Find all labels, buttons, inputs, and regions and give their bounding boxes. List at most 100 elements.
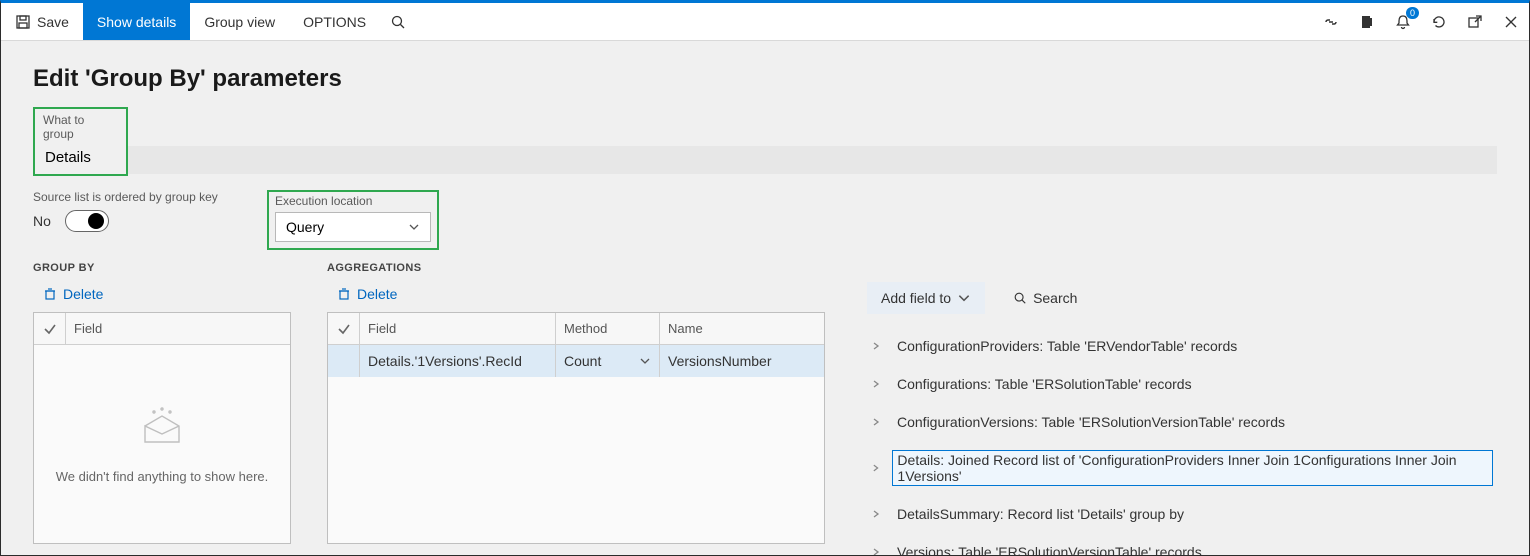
show-details-button[interactable]: Show details (83, 3, 190, 40)
tree-item[interactable]: DetailsSummary: Record list 'Details' gr… (867, 500, 1497, 528)
exec-label: Execution location (275, 194, 431, 208)
tree-item[interactable]: Versions: Table 'ERSolutionVersionTable'… (867, 538, 1497, 555)
close-button[interactable] (1493, 3, 1529, 40)
groupby-empty-body: We didn't find anything to show here. (34, 345, 290, 543)
groupby-delete-button[interactable]: Delete (33, 286, 291, 302)
close-icon (1503, 14, 1519, 30)
add-field-to-button[interactable]: Add field to (867, 282, 985, 314)
chevron-down-icon (957, 291, 971, 305)
expand-icon (871, 509, 881, 519)
toolbar-search-button[interactable] (380, 3, 416, 40)
groupby-title: GROUP BY (33, 262, 291, 274)
office-button[interactable] (1349, 3, 1385, 40)
columns: GROUP BY Delete Field We didn't find any… (33, 262, 1497, 555)
groupby-section: GROUP BY Delete Field We didn't find any… (33, 262, 291, 544)
agg-row-mark[interactable] (328, 345, 360, 377)
exec-value: Query (286, 219, 324, 235)
params-row: Source list is ordered by group key No E… (33, 190, 1497, 250)
agg-row-method-value: Count (564, 353, 601, 369)
group-view-label: Group view (204, 14, 275, 30)
tree-item-label: Versions: Table 'ERSolutionVersionTable'… (893, 542, 1206, 555)
refresh-icon (1431, 14, 1447, 30)
groupby-grid: Field We didn't find anything to show he… (33, 312, 291, 544)
save-label: Save (37, 14, 69, 30)
expand-icon (871, 547, 881, 555)
groupby-delete-label: Delete (63, 286, 103, 302)
agg-method-header[interactable]: Method (556, 313, 660, 344)
popout-icon (1467, 14, 1483, 30)
chevron-down-icon (639, 355, 651, 367)
ordered-toggle[interactable] (65, 210, 109, 232)
add-field-to-label: Add field to (881, 290, 951, 306)
agg-row[interactable]: Details.'1Versions'.RecId Count Versions… (328, 345, 824, 377)
check-icon (337, 322, 351, 336)
what-to-group-region: What to group Details (33, 107, 1497, 176)
datasource-tree: ConfigurationProviders: Table 'ERVendorT… (861, 332, 1497, 555)
exec-select[interactable]: Query (275, 212, 431, 242)
toolbar-spacer (416, 3, 1313, 40)
groupby-grid-header: Field (34, 313, 290, 345)
tree-search-button[interactable]: Search (1013, 290, 1077, 306)
check-icon (43, 322, 57, 336)
tree-item[interactable]: Details: Joined Record list of 'Configur… (867, 446, 1497, 490)
agg-section: AGGREGATIONS Delete Field Method Name (327, 262, 825, 544)
group-view-button[interactable]: Group view (190, 3, 289, 40)
notification-badge: 0 (1406, 7, 1419, 19)
save-icon (15, 14, 31, 30)
expand-icon (871, 379, 881, 389)
trash-icon (337, 287, 351, 301)
tree-item-label: DetailsSummary: Record list 'Details' gr… (893, 504, 1188, 524)
agg-delete-label: Delete (357, 286, 397, 302)
popout-button[interactable] (1457, 3, 1493, 40)
content-area: Edit 'Group By' parameters What to group… (1, 41, 1529, 555)
agg-row-name[interactable]: VersionsNumber (660, 345, 824, 377)
expand-icon (871, 463, 880, 473)
tree-item-label: ConfigurationProviders: Table 'ERVendorT… (893, 336, 1241, 356)
agg-grid-header: Field Method Name (328, 313, 824, 345)
empty-box-icon (139, 404, 185, 455)
trash-icon (43, 287, 57, 301)
agg-name-header[interactable]: Name (660, 313, 824, 344)
right-tools: Add field to Search (861, 282, 1497, 314)
show-details-label: Show details (97, 14, 176, 30)
tree-item[interactable]: ConfigurationProviders: Table 'ERVendorT… (867, 332, 1497, 360)
tree-item[interactable]: ConfigurationVersions: Table 'ERSolution… (867, 408, 1497, 436)
groupby-field-header[interactable]: Field (66, 313, 290, 344)
expand-icon (871, 341, 881, 351)
agg-title: AGGREGATIONS (327, 262, 825, 274)
what-to-group-highlight: What to group Details (33, 107, 128, 176)
tree-item-label: Configurations: Table 'ERSolutionTable' … (893, 374, 1196, 394)
agg-row-method[interactable]: Count (556, 345, 660, 377)
save-button[interactable]: Save (1, 3, 83, 40)
ordered-value: No (33, 213, 51, 229)
agg-grid: Field Method Name Details.'1Versions'.Re… (327, 312, 825, 544)
what-to-group-label: What to group (35, 109, 126, 143)
agg-body: Details.'1Versions'.RecId Count Versions… (328, 345, 824, 543)
expand-icon (871, 417, 881, 427)
agg-delete-button[interactable]: Delete (327, 286, 825, 302)
options-button[interactable]: OPTIONS (289, 3, 380, 40)
options-label: OPTIONS (303, 14, 366, 30)
tree-item-label: Details: Joined Record list of 'Configur… (892, 450, 1493, 486)
chevron-down-icon (408, 221, 420, 233)
search-icon (1013, 291, 1027, 305)
connect-button[interactable] (1313, 3, 1349, 40)
toolbar: Save Show details Group view OPTIONS 0 (1, 3, 1529, 41)
agg-row-field[interactable]: Details.'1Versions'.RecId (360, 345, 556, 377)
tree-search-label: Search (1033, 290, 1077, 306)
tree-item[interactable]: Configurations: Table 'ERSolutionTable' … (867, 370, 1497, 398)
refresh-button[interactable] (1421, 3, 1457, 40)
what-to-group-value[interactable]: Details (35, 143, 115, 174)
ordered-col: Source list is ordered by group key No (33, 190, 267, 232)
agg-check-header[interactable] (328, 313, 360, 344)
toggle-knob (88, 213, 104, 229)
ordered-label: Source list is ordered by group key (33, 190, 267, 204)
groupby-empty-text: We didn't find anything to show here. (56, 469, 269, 484)
groupby-check-header[interactable] (34, 313, 66, 344)
tree-item-label: ConfigurationVersions: Table 'ERSolution… (893, 412, 1289, 432)
agg-field-header[interactable]: Field (360, 313, 556, 344)
notifications-button[interactable]: 0 (1385, 3, 1421, 40)
what-to-group-bar (128, 146, 1497, 174)
link-icon (1323, 14, 1339, 30)
search-icon (390, 14, 406, 30)
